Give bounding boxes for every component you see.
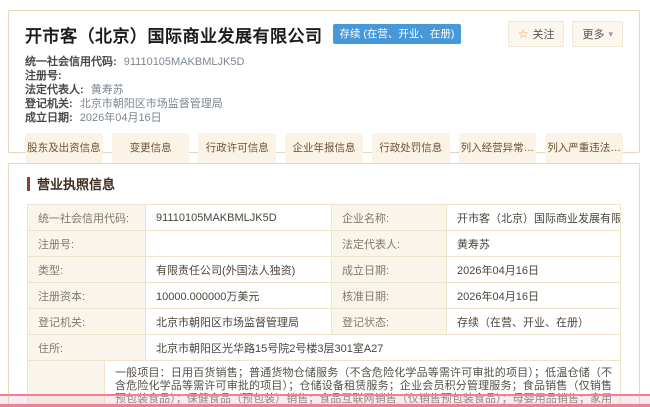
follow-label: 关注 [532, 26, 554, 42]
field-value: 北京市朝阳区市场监督管理局 [146, 309, 332, 335]
table-row: 登记机关: 北京市朝阳区市场监督管理局 登记状态: 存续（在营、开业、在册） [28, 309, 621, 335]
license-card: 营业执照信息 统一社会信用代码: 91110105MAKBMLJK5D 企业名称… [8, 163, 640, 407]
tab-annual-report[interactable]: 企业年报信息 [285, 133, 363, 164]
more-label: 更多 [582, 26, 604, 42]
field-value: 2026年04月16日 [447, 257, 621, 283]
field-label: 注册号: [28, 231, 146, 257]
section-title-text: 营业执照信息 [37, 174, 115, 193]
star-icon: ☆ [518, 28, 529, 40]
info-label: 登记机关: [25, 98, 73, 110]
more-button[interactable]: 更多 ▾ [572, 21, 623, 47]
info-value: 2026年04月16日 [80, 112, 162, 124]
tab-abnormal-list[interactable]: 列入经营异常名录... [459, 133, 537, 164]
title-row: 开市客（北京）国际商业发展有限公司 存续 (在营、开业、在册) ☆ 关注 更多 … [25, 21, 623, 47]
info-line-registry: 登记机关: 北京市朝阳区市场监督管理局 [25, 97, 623, 111]
field-label: 成立日期: [332, 257, 447, 283]
tab-changes[interactable]: 变更信息 [112, 133, 190, 164]
tab-admin-penalty[interactable]: 行政处罚信息 [372, 133, 450, 164]
tab-shareholders[interactable]: 股东及出资信息 [25, 133, 103, 164]
company-name: 开市客（北京）国际商业发展有限公司 [25, 22, 323, 47]
info-label: 成立日期: [25, 112, 73, 124]
field-label: 法定代表人: [332, 231, 447, 257]
field-value: 10000.000000万美元 [146, 283, 332, 309]
field-value: 存续（在营、开业、在册） [447, 309, 621, 335]
info-value: 91110105MAKBMLJK5D [124, 56, 245, 68]
field-label: 企业名称: [332, 205, 447, 231]
field-label: 核准日期: [332, 283, 447, 309]
caret-down-icon: ▾ [608, 29, 613, 40]
field-value-address: 北京市朝阳区光华路15号院2号楼3层301室A27 [146, 335, 621, 361]
field-label: 登记机关: [28, 309, 146, 335]
field-value: 开市客（北京）国际商业发展有限公司 [447, 205, 621, 231]
info-line-credit-code: 统一社会信用代码: 91110105MAKBMLJK5D [25, 55, 623, 69]
field-value [146, 231, 332, 257]
company-header-card: 开市客（北京）国际商业发展有限公司 存续 (在营、开业、在册) ☆ 关注 更多 … [8, 10, 640, 153]
tab-admin-license[interactable]: 行政许可信息 [198, 133, 276, 164]
table-row: 类型: 有限责任公司(外国法人独资) 成立日期: 2026年04月16日 [28, 257, 621, 283]
license-table: 统一社会信用代码: 91110105MAKBMLJK5D 企业名称: 开市客（北… [27, 204, 621, 361]
table-row-address: 住所: 北京市朝阳区光华路15号院2号楼3层301室A27 [28, 335, 621, 361]
info-label: 统一社会信用代码: [25, 56, 117, 68]
info-tabs: 股东及出资信息 变更信息 行政许可信息 企业年报信息 行政处罚信息 列入经营异常… [25, 133, 623, 164]
field-value: 2026年04月16日 [447, 283, 621, 309]
info-label: 注册号: [25, 70, 62, 82]
info-line-legal-rep: 法定代表人: 黄寿苏 [25, 83, 623, 97]
field-label: 登记状态: [332, 309, 447, 335]
table-row: 统一社会信用代码: 91110105MAKBMLJK5D 企业名称: 开市客（北… [28, 205, 621, 231]
table-row: 注册资本: 10000.000000万美元 核准日期: 2026年04月16日 [28, 283, 621, 309]
info-value: 黄寿苏 [91, 84, 124, 96]
info-line-reg-number: 注册号: [25, 69, 623, 83]
field-label-scope: 经营范围: [28, 361, 105, 407]
field-label: 类型: [28, 257, 146, 283]
table-row-business-scope: 经营范围: 一般项目：日用百货销售；普通货物仓储服务（不含危险化学品等需许可审批… [27, 361, 621, 407]
table-row: 注册号: 法定代表人: 黄寿苏 [28, 231, 621, 257]
field-value: 有限责任公司(外国法人独资) [146, 257, 332, 283]
field-label: 住所: [28, 335, 146, 361]
field-value: 91110105MAKBMLJK5D [146, 205, 332, 231]
status-badge: 存续 (在营、开业、在册) [333, 24, 462, 44]
tab-serious-violation[interactable]: 列入严重违法失信... [545, 133, 623, 164]
company-info-lines: 统一社会信用代码: 91110105MAKBMLJK5D 注册号: 法定代表人:… [25, 55, 623, 125]
field-label: 统一社会信用代码: [28, 205, 146, 231]
section-title: 营业执照信息 [27, 174, 621, 193]
info-value: 北京市朝阳区市场监督管理局 [80, 98, 223, 110]
field-value: 黄寿苏 [447, 231, 621, 257]
business-scope-text: 一般项目：日用百货销售；普通货物仓储服务（不含危险化学品等需许可审批的项目）；低… [105, 361, 620, 407]
follow-button[interactable]: ☆ 关注 [508, 21, 565, 47]
info-line-founded: 成立日期: 2026年04月16日 [25, 111, 623, 125]
field-label: 注册资本: [28, 283, 146, 309]
section-title-bar-icon [27, 177, 30, 191]
header-actions: ☆ 关注 更多 ▾ [508, 21, 623, 47]
info-label: 法定代表人: [25, 84, 84, 96]
page: 开市客（北京）国际商业发展有限公司 存续 (在营、开业、在册) ☆ 关注 更多 … [0, 0, 650, 407]
